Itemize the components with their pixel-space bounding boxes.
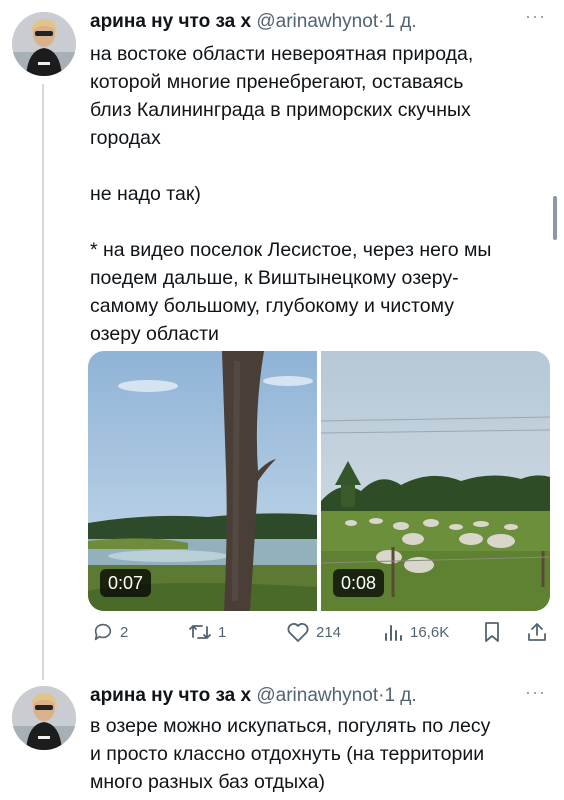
- video-thumbnail-1[interactable]: 0:07: [88, 351, 317, 611]
- reply-count: 2: [120, 623, 129, 641]
- like-icon: [286, 621, 310, 643]
- text-line: * на видео поселок Лесистое, через него …: [90, 239, 492, 261]
- text-line: на востоке области невероятная природа,: [90, 43, 474, 65]
- tweet-text: в озере можно искупаться, погулять по ле…: [90, 712, 548, 796]
- avatar[interactable]: [12, 12, 76, 76]
- text-line: которой многие пренебрегают, оставаясь: [90, 71, 464, 93]
- text-line: самому большому, глубокому и чистому: [90, 295, 454, 317]
- bookmark-icon: [482, 621, 502, 643]
- text-line: и просто классно отдохнуть (на территори…: [90, 743, 485, 765]
- text-line: [90, 152, 548, 180]
- text-line: поедем дальше, к Виштынецкому озеру-: [90, 267, 459, 289]
- text-line: [90, 208, 548, 236]
- share-icon: [526, 621, 548, 643]
- text-line: в озере можно искупаться, погулять по ле…: [90, 715, 491, 737]
- share-button[interactable]: [526, 621, 548, 643]
- text-line: много разных баз отдыха): [90, 771, 325, 793]
- tweet-text: на востоке области невероятная природа, …: [90, 40, 548, 348]
- retweet-icon: [188, 621, 212, 643]
- retweet-button[interactable]: 1: [188, 621, 226, 643]
- text-line: озеру области: [90, 323, 219, 345]
- video-duration-2: 0:08: [333, 569, 385, 597]
- tweet-2[interactable]: арина ну что за х @arinawhynot·1 д. ··· …: [0, 680, 564, 800]
- author-handle[interactable]: @arinawhynot: [256, 685, 378, 706]
- tweet-header: арина ну что за х @arinawhynot·1 д.: [90, 684, 417, 708]
- text-line: близ Калининграда в приморских скучных: [90, 99, 471, 121]
- reply-icon: [92, 621, 114, 643]
- timestamp[interactable]: 1 д.: [384, 685, 416, 706]
- video-thumbnail-2[interactable]: 0:08: [321, 351, 550, 611]
- like-count: 214: [316, 623, 342, 641]
- author-name[interactable]: арина ну что за х: [90, 11, 251, 32]
- author-name[interactable]: арина ну что за х: [90, 685, 251, 706]
- text-line: городах: [90, 127, 161, 149]
- media-grid: 0:07 0:08: [88, 351, 550, 611]
- bookmark-button[interactable]: [482, 621, 502, 643]
- more-icon[interactable]: ···: [525, 6, 546, 27]
- more-icon[interactable]: ···: [525, 682, 546, 703]
- retweet-count: 1: [218, 623, 227, 641]
- author-handle[interactable]: @arinawhynot: [256, 11, 378, 32]
- reply-button[interactable]: 2: [92, 621, 128, 643]
- tweet-actions: 2 1 214 16,6K: [88, 621, 550, 651]
- like-button[interactable]: 214: [286, 621, 341, 643]
- text-line: не надо так): [90, 183, 201, 205]
- tweet-header: арина ну что за х @arinawhynot·1 д.: [90, 10, 417, 34]
- views-count: 16,6K: [410, 623, 450, 641]
- views-icon: [382, 621, 404, 643]
- timestamp[interactable]: 1 д.: [384, 11, 416, 32]
- tweet-1[interactable]: арина ну что за х @arinawhynot·1 д. ··· …: [0, 0, 564, 680]
- views-button[interactable]: 16,6K: [382, 621, 449, 643]
- avatar[interactable]: [12, 686, 76, 750]
- video-duration-1: 0:07: [100, 569, 152, 597]
